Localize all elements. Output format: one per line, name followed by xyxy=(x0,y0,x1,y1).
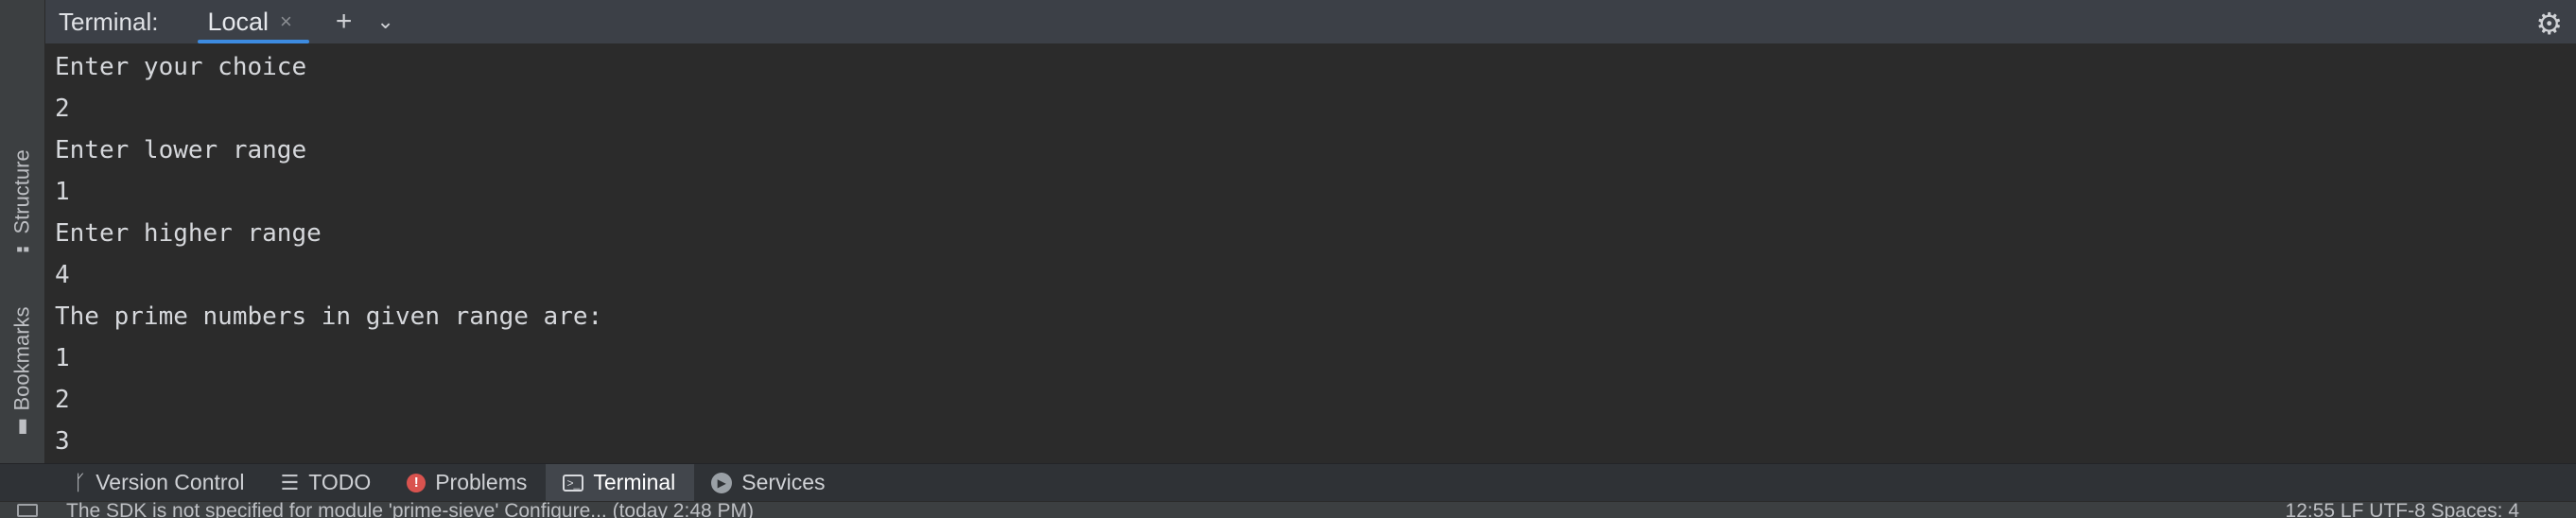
structure-tab[interactable]: ▪▪ Structure xyxy=(0,132,45,274)
problems-button[interactable]: ! Problems xyxy=(390,464,546,502)
terminal-header: Terminal: Local × + ⌄ ⚙ xyxy=(45,0,2576,44)
problems-label: Problems xyxy=(435,470,528,494)
status-bar: The SDK is not specified for module 'pri… xyxy=(0,501,2576,518)
chevron-down-icon[interactable]: ⌄ xyxy=(376,11,393,32)
tab-local[interactable]: Local × xyxy=(192,0,309,43)
structure-icon: ▪▪ xyxy=(15,239,30,261)
tool-window-bar: ᚴ Version Control ☰ TODO ! Problems >_ T… xyxy=(0,463,2576,502)
todo-label: TODO xyxy=(308,470,372,494)
window-icon[interactable] xyxy=(17,504,38,517)
error-icon: ! xyxy=(407,473,426,492)
services-label: Services xyxy=(741,470,826,494)
terminal-line: 1 xyxy=(55,344,70,372)
terminal-line: The prime numbers in given range are: xyxy=(55,302,603,331)
terminal-line: Enter your choice xyxy=(55,53,307,81)
close-icon[interactable]: × xyxy=(280,9,292,34)
status-info[interactable]: 12:55 LF UTF-8 Spaces: 4 xyxy=(2286,502,2519,518)
bookmarks-tab-label: Bookmarks xyxy=(10,306,34,411)
structure-tab-label: Structure xyxy=(10,149,35,234)
terminal-line: 4 xyxy=(55,261,70,289)
bookmarks-tab[interactable]: ▮ Bookmarks xyxy=(0,298,45,440)
status-message[interactable]: The SDK is not specified for module 'pri… xyxy=(66,502,754,518)
add-tab-button[interactable]: + xyxy=(336,8,353,36)
version-control-button[interactable]: ᚴ Version Control xyxy=(57,464,263,502)
left-tool-strip: ▪▪ Structure ▮ Bookmarks xyxy=(0,0,45,463)
services-icon: ▶ xyxy=(711,472,733,493)
terminal-line: 1 xyxy=(55,178,70,206)
terminal-line: 3 xyxy=(55,427,70,456)
terminal-output[interactable]: Enter your choice 2 Enter lower range 1 … xyxy=(45,43,2576,463)
bookmark-icon: ▮ xyxy=(17,415,28,437)
gear-icon[interactable]: ⚙ xyxy=(2535,6,2563,42)
terminal-button[interactable]: >_ Terminal xyxy=(546,463,695,502)
terminal-line: Enter higher range xyxy=(55,219,322,248)
terminal-icon: >_ xyxy=(563,474,584,492)
tab-local-label: Local xyxy=(207,7,270,36)
list-icon: ☰ xyxy=(280,470,300,494)
version-control-label: Version Control xyxy=(96,470,245,494)
terminal-line: 2 xyxy=(55,386,70,414)
branch-icon: ᚴ xyxy=(74,470,87,494)
terminal-line: 2 xyxy=(55,95,70,123)
terminal-label: Terminal xyxy=(593,470,676,494)
services-button[interactable]: ▶ Services xyxy=(694,464,844,502)
todo-button[interactable]: ☰ TODO xyxy=(263,464,390,502)
terminal-title: Terminal: xyxy=(59,7,159,36)
terminal-line: Enter lower range xyxy=(55,136,307,164)
